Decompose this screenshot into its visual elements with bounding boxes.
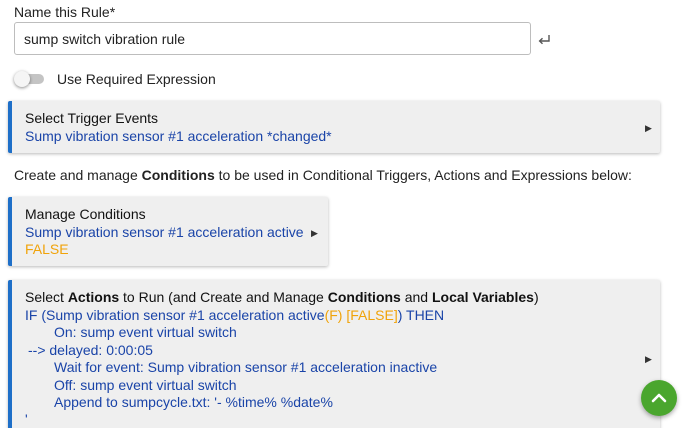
- actions-title-p1: Select: [25, 289, 68, 305]
- manage-conditions-card[interactable]: Manage Conditions Sump vibration sensor …: [8, 197, 328, 266]
- required-expression-label: Use Required Expression: [57, 71, 216, 87]
- actions-title-p3: and: [400, 289, 432, 305]
- triangle-right-icon: ▶: [645, 354, 652, 364]
- condition-state: FALSE: [25, 241, 69, 257]
- conditions-info-prefix: Create and manage: [14, 167, 142, 183]
- chevron-up-icon: [651, 393, 667, 403]
- toggle-knob: [14, 71, 30, 87]
- required-expression-toggle[interactable]: [14, 71, 46, 87]
- conditions-info-suffix: to be used in Conditional Triggers, Acti…: [214, 167, 632, 183]
- action-line-on: On: sump event virtual switch: [54, 324, 237, 340]
- if-flag: (F) [FALSE]: [324, 307, 398, 323]
- action-if-line: IF (Sump vibration sensor #1 acceleratio…: [25, 307, 444, 323]
- triangle-right-icon: ▶: [311, 228, 318, 238]
- keyboard-return-icon[interactable]: [536, 32, 552, 48]
- trigger-events-title: Select Trigger Events: [25, 110, 159, 126]
- if-suffix: ) THEN: [397, 307, 445, 323]
- action-line-off: Off: sump event virtual switch: [54, 377, 237, 393]
- triangle-right-icon: ▶: [645, 123, 652, 133]
- conditions-info-bold: Conditions: [141, 167, 215, 183]
- action-line-quote: ': [25, 411, 28, 427]
- actions-title-b1: Actions: [67, 289, 120, 305]
- condition-text: Sump vibration sensor #1 acceleration ac…: [25, 224, 304, 240]
- actions-title-p4: ): [533, 289, 539, 305]
- actions-title-b2: Conditions: [327, 289, 401, 305]
- action-line-append: Append to sumpcycle.txt: '- %time% %date…: [54, 394, 333, 410]
- scroll-to-top-button[interactable]: [641, 380, 677, 416]
- rule-name-label: Name this Rule*: [14, 4, 116, 20]
- action-line-wait: Wait for event: Sump vibration sensor #1…: [54, 359, 438, 375]
- actions-card[interactable]: Select Actions to Run (and Create and Ma…: [8, 280, 660, 428]
- if-prefix: IF (Sump vibration sensor #1 acceleratio…: [25, 307, 325, 323]
- trigger-events-value: Sump vibration sensor #1 acceleration *c…: [25, 128, 332, 144]
- actions-title: Select Actions to Run (and Create and Ma…: [25, 289, 539, 305]
- rule-name-input[interactable]: [14, 22, 531, 55]
- actions-title-p2: to Run (and Create and Manage: [119, 289, 328, 305]
- action-line-delay: --> delayed: 0:00:05: [28, 342, 153, 358]
- manage-conditions-title: Manage Conditions: [25, 206, 146, 222]
- conditions-info-text: Create and manage Conditions to be used …: [14, 167, 632, 183]
- trigger-events-card[interactable]: Select Trigger Events Sump vibration sen…: [8, 101, 660, 153]
- actions-title-b3: Local Variables: [431, 289, 534, 305]
